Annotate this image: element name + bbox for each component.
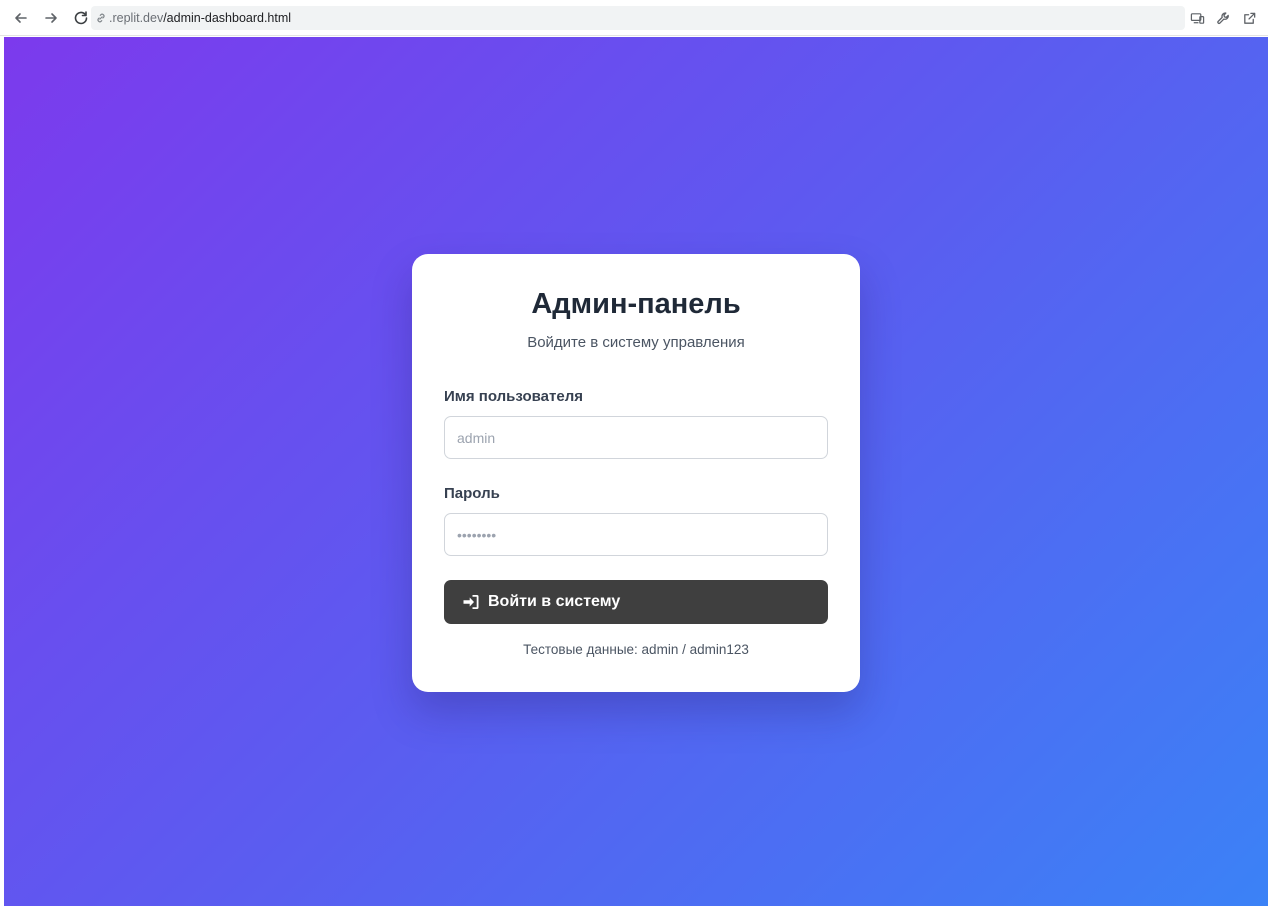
external-link-icon	[1243, 12, 1255, 24]
sign-in-icon	[463, 595, 479, 609]
browser-tools	[1186, 6, 1260, 30]
address-bar[interactable]: .replit.dev/admin-dashboard.html	[91, 6, 1185, 30]
open-external-button[interactable]	[1238, 6, 1260, 30]
page-background: Админ-панель Войдите в систему управлени…	[4, 37, 1268, 906]
page-subtitle: Войдите в систему управления	[527, 334, 745, 351]
wrench-button[interactable]	[1212, 6, 1234, 30]
page-title: Админ-панель	[531, 288, 741, 320]
arrow-left-icon	[15, 12, 27, 23]
wrench-icon	[1216, 11, 1229, 24]
devices-icon	[1190, 12, 1204, 24]
username-label: Имя пользователя	[444, 388, 583, 405]
password-input[interactable]	[444, 513, 828, 556]
forward-button[interactable]	[38, 5, 64, 31]
devices-button[interactable]	[1186, 6, 1208, 30]
url-path: /admin-dashboard.html	[163, 11, 292, 25]
login-button-label: Войти в систему	[488, 593, 621, 610]
browser-toolbar: .replit.dev/admin-dashboard.html	[0, 0, 1268, 36]
login-button[interactable]: Войти в систему	[444, 580, 828, 624]
username-input[interactable]	[444, 416, 828, 459]
link-icon	[97, 13, 105, 23]
reload-icon	[74, 10, 88, 24]
arrow-right-icon	[45, 12, 57, 23]
login-card: Админ-панель Войдите в систему управлени…	[412, 254, 860, 692]
test-credentials-hint: Тестовые данные: admin / admin123	[523, 642, 749, 657]
password-label: Пароль	[444, 485, 500, 502]
back-button[interactable]	[8, 5, 34, 31]
url-domain: .replit.dev	[109, 11, 164, 25]
